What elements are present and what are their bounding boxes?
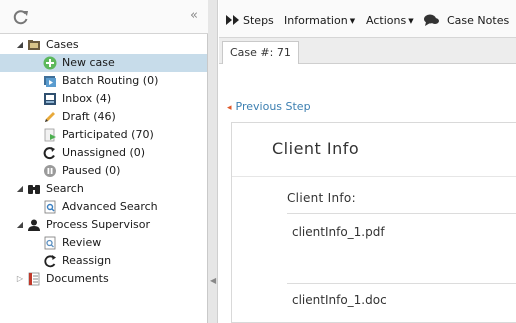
case-notes-button[interactable]: Case Notes xyxy=(424,14,509,27)
tree-item-label: Unassigned (0) xyxy=(62,146,146,159)
information-label: Information xyxy=(284,14,348,27)
back-arrow-icon: ◂ xyxy=(227,103,232,113)
advanced-search-icon xyxy=(44,200,56,214)
tree-item-label: Inbox (4) xyxy=(62,92,112,105)
tree-item-cases[interactable]: ◢ Cases xyxy=(0,36,207,54)
paused-icon xyxy=(44,165,56,177)
inbox-icon xyxy=(44,93,56,105)
actions-label: Actions xyxy=(366,14,407,27)
collapse-arrow-icon[interactable]: ◀ xyxy=(210,276,216,285)
steps-icon xyxy=(226,15,239,25)
documents-icon xyxy=(28,272,40,286)
navigation-tree: ◢ Cases New case Batch Routing (0) Inbox… xyxy=(0,36,207,288)
reassign-icon xyxy=(44,255,56,268)
tree-item-label: Paused (0) xyxy=(62,164,121,177)
supervisor-user-icon xyxy=(28,219,40,231)
tree-item-new-case[interactable]: New case xyxy=(0,54,207,72)
tree-item-documents[interactable]: ▷ Documents xyxy=(0,270,207,288)
file-link-pdf[interactable]: clientInfo_1.pdf xyxy=(292,225,385,239)
expand-toggle-icon[interactable]: ◢ xyxy=(15,36,25,54)
tree-item-search[interactable]: ◢ Search xyxy=(0,180,207,198)
tree-item-process-supervisor[interactable]: ◢ Process Supervisor xyxy=(0,216,207,234)
expand-toggle-icon[interactable]: ◢ xyxy=(15,180,25,198)
left-panel: « ◢ Cases New case Batch Routing (0) Inb… xyxy=(0,0,208,323)
participated-icon xyxy=(44,128,56,142)
tree-item-batch-routing[interactable]: Batch Routing (0) xyxy=(0,72,207,90)
tree-item-label: New case xyxy=(62,56,115,69)
file-link-doc[interactable]: clientInfo_1.doc xyxy=(292,293,387,307)
tree-item-inbox[interactable]: Inbox (4) xyxy=(0,90,207,108)
case-tabbar: Case #: 71 xyxy=(219,38,516,64)
tree-item-participated[interactable]: Participated (70) xyxy=(0,126,207,144)
left-panel-header: « xyxy=(0,0,208,34)
new-case-icon xyxy=(43,56,57,70)
chevron-down-icon: ▼ xyxy=(349,17,356,25)
divider xyxy=(287,213,516,214)
client-info-label: Client Info: xyxy=(287,191,356,205)
actions-menu[interactable]: Actions ▼ xyxy=(366,14,414,27)
tree-item-label: Reassign xyxy=(62,254,112,267)
panel-splitter[interactable]: ◀ xyxy=(208,0,218,323)
batch-routing-icon xyxy=(44,76,56,87)
tree-item-advanced-search[interactable]: Advanced Search xyxy=(0,198,207,216)
previous-step-label: Previous Step xyxy=(235,100,311,113)
form-title: Client Info xyxy=(272,139,360,158)
refresh-icon[interactable] xyxy=(12,9,30,25)
binoculars-icon xyxy=(28,185,40,194)
tree-item-unassigned[interactable]: Unassigned (0) xyxy=(0,144,207,162)
divider xyxy=(287,283,516,284)
unassigned-icon xyxy=(43,147,55,160)
tree-item-label: Cases xyxy=(46,38,79,51)
steps-label: Steps xyxy=(243,14,274,27)
case-notes-label: Case Notes xyxy=(447,14,510,27)
information-menu[interactable]: Information ▼ xyxy=(284,14,355,27)
tree-item-label: Participated (70) xyxy=(62,128,154,141)
tree-item-label: Batch Routing (0) xyxy=(62,74,159,87)
tree-item-review[interactable]: Review xyxy=(0,234,207,252)
main-panel: Steps Information ▼ Actions ▼ Case Notes C… xyxy=(219,0,516,323)
tree-item-label: Advanced Search xyxy=(62,200,158,213)
chevron-down-icon: ▼ xyxy=(408,17,414,25)
previous-step-link[interactable]: ◂ Previous Step xyxy=(227,100,311,113)
tree-item-label: Documents xyxy=(46,272,109,285)
client-info-form: Client Info Client Info: clientInfo_1.pd… xyxy=(231,122,516,323)
tree-item-paused[interactable]: Paused (0) xyxy=(0,162,207,180)
tab-case[interactable]: Case #: 71 xyxy=(222,41,299,64)
review-icon xyxy=(44,236,56,250)
steps-button[interactable]: Steps xyxy=(226,14,274,27)
collapse-panel-icon[interactable]: « xyxy=(190,9,198,22)
tree-item-draft[interactable]: Draft (46) xyxy=(0,108,207,126)
tree-item-label: Process Supervisor xyxy=(46,218,151,231)
divider xyxy=(232,176,516,177)
draft-pencil-icon xyxy=(45,112,55,122)
expand-toggle-icon[interactable]: ◢ xyxy=(15,216,25,234)
tree-item-label: Search xyxy=(46,182,84,195)
tree-item-label: Draft (46) xyxy=(62,110,116,123)
tree-item-label: Review xyxy=(62,236,102,249)
case-toolbar: Steps Information ▼ Actions ▼ Case Notes xyxy=(219,0,516,38)
cases-folder-icon xyxy=(28,40,40,50)
chat-bubbles-icon xyxy=(424,14,439,26)
expand-toggle-icon[interactable]: ▷ xyxy=(15,270,25,288)
tree-item-reassign[interactable]: Reassign xyxy=(0,252,207,270)
